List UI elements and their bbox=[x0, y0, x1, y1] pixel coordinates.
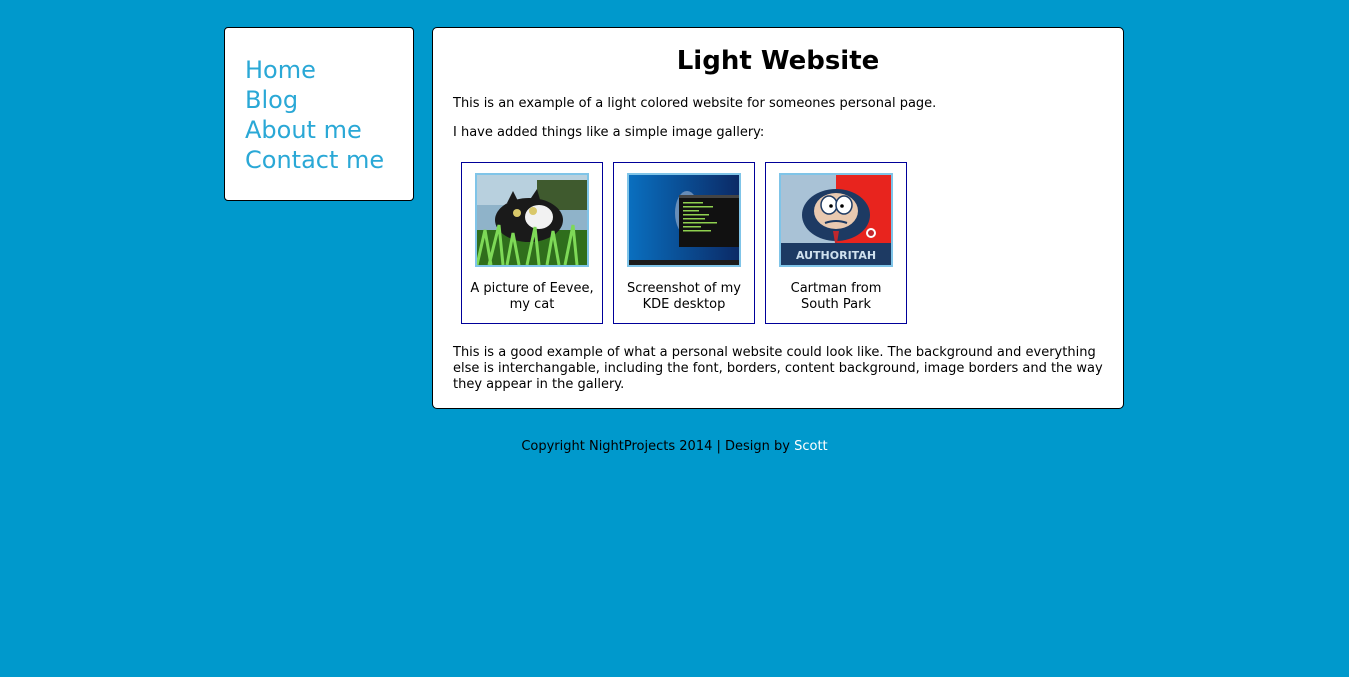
gallery-intro-text: I have added things like a simple image … bbox=[453, 125, 765, 140]
outro-text: This is a good example of what a persona… bbox=[453, 345, 1103, 392]
cat-photo-thumbnail[interactable] bbox=[475, 173, 589, 267]
gallery-caption: A picture of Eevee, my cat bbox=[470, 281, 594, 312]
sidebar-nav: Home Blog About me Contact me bbox=[224, 27, 414, 201]
gallery-item-kde-desktop[interactable]: Screenshot of my KDE desktop bbox=[613, 162, 755, 324]
page-title: Light Website bbox=[676, 46, 880, 76]
gallery-caption: Screenshot of my KDE desktop bbox=[627, 281, 741, 312]
footer-copyright-text: Copyright NightProjects 2014 | Design by bbox=[521, 439, 790, 454]
cartman-poster-thumbnail[interactable]: AUTHORITAH bbox=[779, 173, 893, 267]
gallery-item-cat[interactable]: A picture of Eevee, my cat bbox=[461, 162, 603, 324]
intro-text: This is an example of a light colored we… bbox=[453, 96, 937, 111]
kde-desktop-thumbnail[interactable] bbox=[627, 173, 741, 267]
content-panel: Light Website This is an example of a li… bbox=[432, 27, 1124, 409]
poster-text: AUTHORITAH bbox=[796, 249, 876, 262]
footer: Copyright NightProjects 2014 | Design by… bbox=[0, 439, 1349, 455]
nav-link-blog[interactable]: Blog bbox=[245, 85, 413, 115]
nav-link-about-me[interactable]: About me bbox=[245, 115, 413, 145]
footer-author-link[interactable]: Scott bbox=[794, 439, 828, 454]
nav-link-contact-me[interactable]: Contact me bbox=[245, 145, 413, 175]
nav-link-home[interactable]: Home bbox=[245, 55, 413, 85]
gallery-item-cartman[interactable]: AUTHORITAH Cartman from South Park bbox=[765, 162, 907, 324]
gallery-caption: Cartman from South Park bbox=[790, 281, 882, 312]
